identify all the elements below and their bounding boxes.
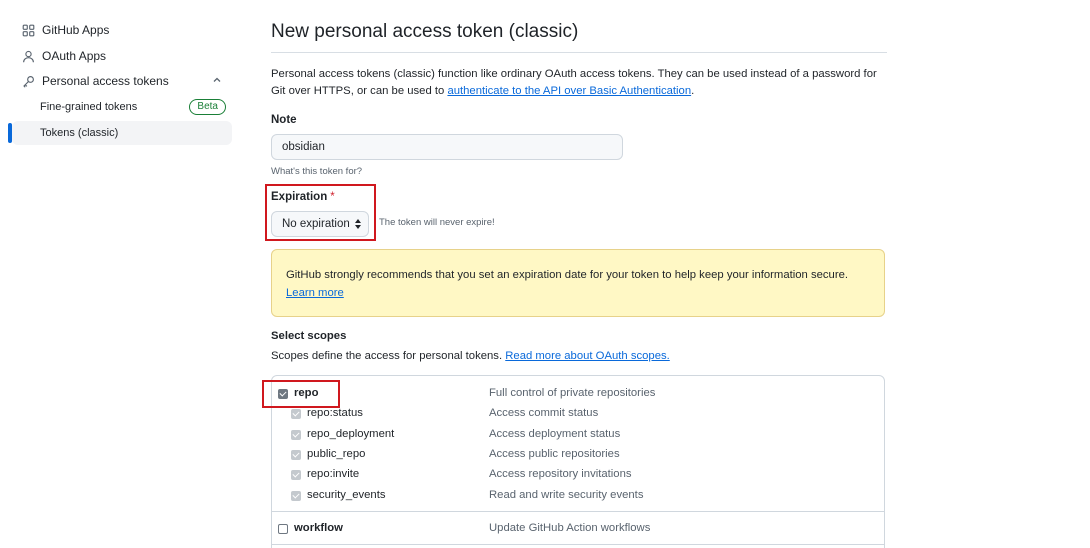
key-icon bbox=[21, 74, 35, 88]
title-divider bbox=[271, 52, 887, 53]
active-indicator bbox=[8, 123, 12, 143]
scope-divider bbox=[271, 544, 885, 545]
scope-desc-repo: Full control of private repositories bbox=[489, 387, 656, 399]
basic-auth-link[interactable]: authenticate to the API over Basic Authe… bbox=[447, 85, 691, 97]
sidebar-item-label: Tokens (classic) bbox=[40, 127, 119, 139]
scope-name-repo-status: repo:status bbox=[307, 407, 363, 419]
expiration-hint: The token will never expire! bbox=[379, 217, 495, 228]
repo-highlight-box bbox=[262, 380, 340, 408]
oauth-scopes-link[interactable]: Read more about OAuth scopes. bbox=[505, 350, 670, 362]
beta-badge: Beta bbox=[189, 99, 226, 115]
scope-desc-security-events: Read and write security events bbox=[489, 489, 644, 501]
learn-more-link[interactable]: Learn more bbox=[286, 287, 344, 299]
scope-name-repo-deployment: repo_deployment bbox=[307, 428, 395, 440]
intro-text-end: . bbox=[691, 85, 695, 97]
scope-desc-workflow: Update GitHub Action workflows bbox=[489, 522, 651, 534]
apps-grid-icon bbox=[21, 23, 35, 37]
scope-divider bbox=[271, 511, 885, 512]
sidebar-item-github-apps[interactable]: GitHub Apps bbox=[12, 17, 232, 43]
scope-name-security-events: security_events bbox=[307, 489, 386, 501]
scopes-desc-text: Scopes define the access for personal to… bbox=[271, 350, 503, 362]
flash-text: GitHub strongly recommends that you set … bbox=[286, 269, 849, 281]
public-repo-checkbox[interactable] bbox=[291, 450, 301, 460]
select-scopes-label: Select scopes bbox=[271, 330, 347, 342]
scope-desc-repo-invite: Access repository invitations bbox=[489, 468, 632, 480]
scope-desc-public-repo: Access public repositories bbox=[489, 448, 620, 460]
sidebar-item-label: GitHub Apps bbox=[42, 23, 110, 37]
sidebar-item-label: Personal access tokens bbox=[42, 74, 169, 88]
intro-text: Personal access tokens (classic) functio… bbox=[271, 66, 887, 100]
page-title: New personal access token (classic) bbox=[271, 21, 579, 42]
repo-deployment-checkbox[interactable] bbox=[291, 430, 301, 440]
scope-name-workflow: workflow bbox=[294, 522, 343, 534]
flash-message: GitHub strongly recommends that you set … bbox=[286, 266, 876, 302]
expiration-warning-flash: GitHub strongly recommends that you set … bbox=[271, 249, 885, 317]
chevron-up-icon[interactable] bbox=[212, 75, 222, 85]
sidebar-item-fine-grained-tokens[interactable]: Fine-grained tokens Beta bbox=[12, 95, 232, 119]
scope-desc-repo-status: Access commit status bbox=[489, 407, 599, 419]
workflow-checkbox[interactable] bbox=[278, 524, 288, 534]
sidebar-item-personal-access-tokens[interactable]: Personal access tokens bbox=[12, 68, 232, 94]
sidebar-item-tokens-classic[interactable]: Tokens (classic) bbox=[12, 121, 232, 145]
scope-name-public-repo: public_repo bbox=[307, 448, 366, 460]
note-label: Note bbox=[271, 114, 297, 126]
repo-invite-checkbox[interactable] bbox=[291, 470, 301, 480]
person-icon bbox=[21, 49, 35, 63]
sidebar-item-oauth-apps[interactable]: OAuth Apps bbox=[12, 43, 232, 69]
sidebar-item-label: OAuth Apps bbox=[42, 49, 107, 63]
scope-name-repo-invite: repo:invite bbox=[307, 468, 360, 480]
scopes-description: Scopes define the access for personal to… bbox=[271, 350, 670, 362]
note-hint: What's this token for? bbox=[271, 166, 363, 177]
scope-desc-repo-deployment: Access deployment status bbox=[489, 428, 621, 440]
expiration-highlight-box bbox=[265, 184, 376, 241]
security-events-checkbox[interactable] bbox=[291, 491, 301, 501]
repo-status-checkbox[interactable] bbox=[291, 409, 301, 419]
note-input[interactable] bbox=[271, 134, 623, 160]
sidebar-item-label: Fine-grained tokens bbox=[40, 101, 138, 113]
